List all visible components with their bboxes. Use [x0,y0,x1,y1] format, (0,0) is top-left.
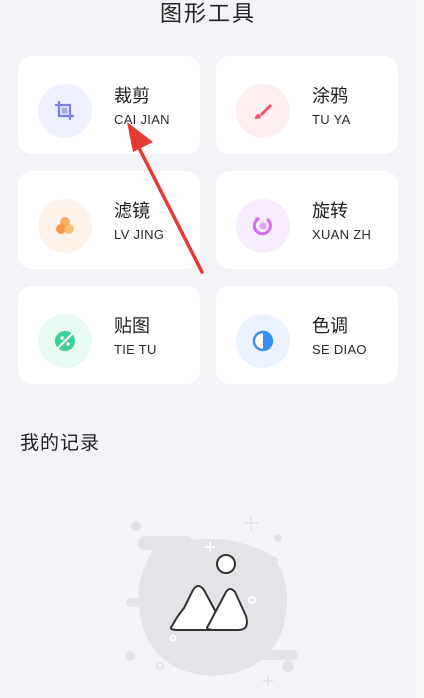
rotate-icon-circle [236,199,290,253]
sticker-icon [55,331,75,351]
tool-title: 滤镜 [114,201,150,222]
tool-title: 裁剪 [114,86,150,107]
tone-icon-circle [236,314,290,368]
tone-icon [252,330,274,352]
tool-card-crop[interactable]: 裁剪 CAI JIAN [18,56,200,154]
brush-icon [255,104,272,119]
tool-subtitle: TIE TU [114,342,157,357]
page-title: 图形工具 [159,2,256,27]
tool-card-sticker[interactable]: 贴图 TIE TU [18,286,200,384]
filter-icon [56,217,74,234]
filter-icon-circle [38,199,92,253]
tool-card-rotate[interactable]: 旋转 XUAN ZH [216,171,398,269]
crop-icon [54,100,75,121]
tool-title: 色调 [312,316,348,337]
rotate-icon [252,217,272,236]
tool-subtitle: XUAN ZH [312,227,372,242]
tool-title: 贴图 [114,316,150,337]
scrollbar[interactable] [416,0,424,698]
tool-title: 旋转 [312,201,348,222]
empty-records-illustration [125,516,298,686]
tool-card-filter[interactable]: 滤镜 LV JING [18,171,200,269]
crop-icon-circle [38,84,92,138]
empty-blob [125,521,298,676]
tool-subtitle: TU YA [312,112,351,127]
tool-subtitle: CAI JIAN [114,112,170,127]
sticker-icon-circle [38,314,92,368]
brush-icon-circle [236,84,290,138]
tool-card-doodle[interactable]: 涂鸦 TU YA [216,56,398,154]
records-section-title: 我的记录 [20,432,101,454]
tool-subtitle: SE DIAO [312,342,367,357]
tool-title: 涂鸦 [312,86,348,107]
tool-subtitle: LV JING [114,227,165,242]
tool-card-tone[interactable]: 色调 SE DIAO [216,286,398,384]
